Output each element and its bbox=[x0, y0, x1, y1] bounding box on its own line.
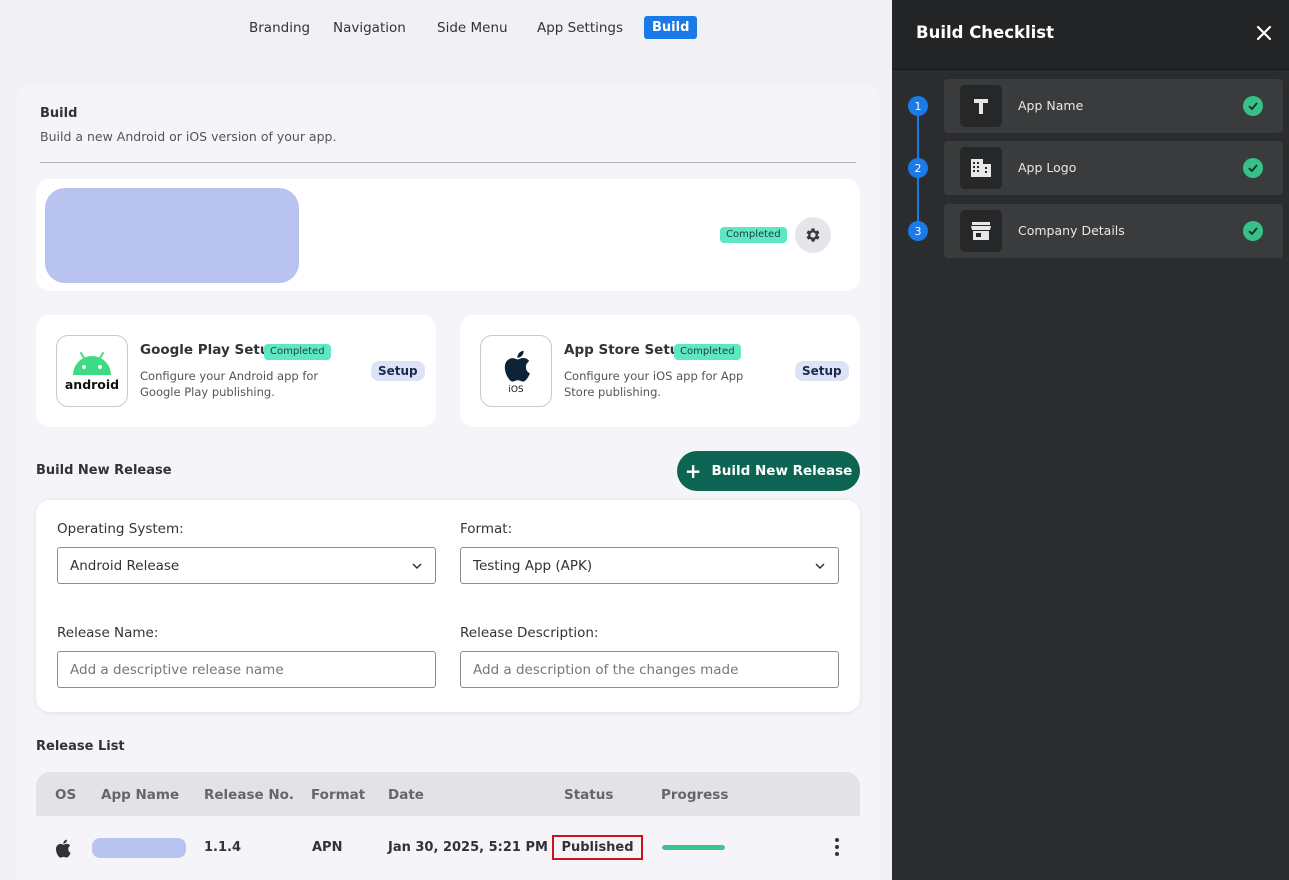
step-number: 1 bbox=[908, 96, 928, 116]
format-select[interactable]: Testing App (APK) bbox=[460, 547, 839, 584]
top-tab-bar: Branding Navigation Side Menu App Settin… bbox=[0, 16, 892, 42]
checklist-item-company-details[interactable]: Company Details bbox=[944, 204, 1283, 258]
checklist-item-app-name[interactable]: App Name bbox=[944, 79, 1283, 133]
release-number: 1.1.4 bbox=[204, 840, 242, 855]
step-number: 3 bbox=[908, 221, 928, 241]
gear-icon bbox=[806, 228, 820, 242]
google-play-status-badge: Completed bbox=[264, 344, 331, 360]
app-banner-image bbox=[45, 188, 299, 283]
app-store-title: App Store Setup bbox=[564, 342, 690, 358]
checklist-item-label: App Name bbox=[1018, 98, 1084, 113]
ios-wordmark: iOS bbox=[508, 384, 524, 395]
tab-navigation[interactable]: Navigation bbox=[333, 20, 406, 36]
plus-icon: + bbox=[684, 459, 702, 483]
format-label: Format: bbox=[460, 521, 513, 537]
check-icon bbox=[1243, 96, 1263, 116]
checklist-title: Build Checklist bbox=[916, 23, 1055, 42]
os-label: Operating System: bbox=[57, 521, 184, 537]
column-status: Status bbox=[564, 787, 614, 803]
google-play-setup-button[interactable]: Setup bbox=[371, 361, 425, 381]
build-section-title: Build bbox=[40, 106, 78, 121]
os-select-value: Android Release bbox=[70, 557, 180, 574]
table-row[interactable]: 1.1.4 APN Jan 30, 2025, 5:21 PM Publishe… bbox=[36, 816, 860, 880]
release-status: Published bbox=[552, 835, 643, 860]
release-name-input[interactable]: Add a descriptive release name bbox=[57, 651, 436, 688]
google-play-title: Google Play Setup bbox=[140, 342, 280, 358]
column-format: Format bbox=[311, 787, 366, 803]
building-icon bbox=[960, 147, 1002, 189]
app-store-status-badge: Completed bbox=[674, 344, 741, 360]
chevron-down-icon bbox=[412, 562, 422, 569]
tab-build[interactable]: Build bbox=[644, 16, 698, 39]
column-os: OS bbox=[55, 787, 77, 803]
apple-icon bbox=[55, 839, 71, 858]
step-number: 2 bbox=[908, 158, 928, 178]
android-wordmark: android bbox=[64, 376, 120, 392]
android-logo: android bbox=[56, 335, 128, 407]
ios-logo: iOS bbox=[480, 335, 552, 407]
checklist-item-app-logo[interactable]: App Logo bbox=[944, 141, 1283, 195]
column-release-no: Release No. bbox=[204, 787, 295, 803]
release-progress-bar bbox=[662, 845, 725, 850]
check-icon bbox=[1243, 221, 1263, 241]
checklist-header: Build Checklist bbox=[892, 0, 1289, 70]
tab-app-settings[interactable]: App Settings bbox=[537, 20, 623, 36]
column-app-name: App Name bbox=[101, 787, 180, 803]
release-name-placeholder: Add a descriptive release name bbox=[70, 661, 284, 678]
release-date: Jan 30, 2025, 5:21 PM bbox=[388, 840, 548, 855]
column-date: Date bbox=[388, 787, 424, 803]
release-progress-fill bbox=[662, 845, 725, 850]
build-new-release-label: Build New Release bbox=[711, 463, 853, 479]
build-new-release-button[interactable]: + Build New Release bbox=[677, 451, 860, 491]
build-section-subtitle: Build a new Android or iOS version of yo… bbox=[40, 129, 337, 144]
release-description-label: Release Description: bbox=[460, 625, 599, 641]
app-store-description: Configure your iOS app for App Store pub… bbox=[564, 369, 744, 399]
store-icon bbox=[960, 210, 1002, 252]
chevron-down-icon bbox=[815, 562, 825, 569]
release-status-text: Published bbox=[561, 840, 634, 855]
check-icon bbox=[1243, 158, 1263, 178]
app-status-badge: Completed bbox=[720, 227, 787, 243]
format-select-value: Testing App (APK) bbox=[473, 557, 593, 574]
google-play-description: Configure your Android app for Google Pl… bbox=[140, 369, 319, 399]
build-checklist-panel: Build Checklist 1 App Name 2 App Logo 3 … bbox=[892, 0, 1289, 880]
tab-branding[interactable]: Branding bbox=[249, 20, 310, 36]
text-icon bbox=[960, 85, 1002, 127]
release-description-placeholder: Add a description of the changes made bbox=[473, 661, 739, 678]
app-store-setup-button[interactable]: Setup bbox=[795, 361, 849, 381]
release-name-label: Release Name: bbox=[57, 625, 159, 641]
new-release-title: Build New Release bbox=[36, 463, 172, 478]
app-settings-button[interactable] bbox=[795, 217, 831, 253]
release-format: APN bbox=[312, 840, 343, 855]
tab-side-menu[interactable]: Side Menu bbox=[437, 20, 508, 36]
section-divider bbox=[40, 162, 856, 163]
android-icon bbox=[73, 351, 111, 375]
apple-icon bbox=[504, 350, 530, 382]
release-table-header: OS App Name Release No. Format Date Stat… bbox=[36, 772, 860, 816]
release-description-input[interactable]: Add a description of the changes made bbox=[460, 651, 839, 688]
column-progress: Progress bbox=[661, 787, 729, 803]
more-options-icon[interactable] bbox=[833, 838, 841, 856]
close-icon[interactable] bbox=[1254, 23, 1274, 43]
checklist-item-label: Company Details bbox=[1018, 223, 1125, 238]
app-name-placeholder bbox=[92, 838, 186, 858]
checklist-item-label: App Logo bbox=[1018, 160, 1077, 175]
release-list-title: Release List bbox=[36, 739, 125, 754]
os-select[interactable]: Android Release bbox=[57, 547, 436, 584]
